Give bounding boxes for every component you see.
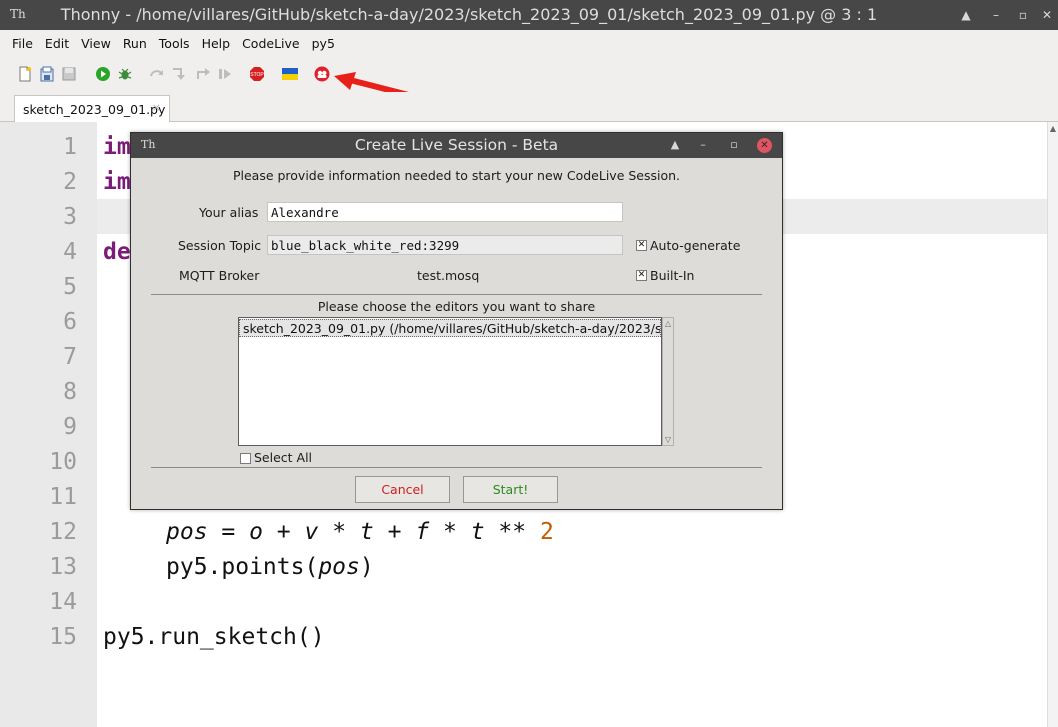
scroll-up-icon[interactable]: △ — [663, 319, 673, 328]
code-line-1[interactable]: im — [103, 134, 131, 160]
built-in-checkbox[interactable]: ✕ — [636, 270, 647, 281]
mqtt-broker-value: test.mosq — [417, 268, 480, 283]
stop-icon[interactable]: STOP — [249, 66, 265, 82]
line-number: 13 — [49, 554, 77, 580]
line-number-gutter: 1 2 3 4 5 6 7 8 9 10 11 12 13 14 15 — [0, 122, 97, 727]
menu-codelive[interactable]: CodeLive — [236, 36, 306, 51]
built-in-label: Built-In — [650, 268, 695, 283]
menu-tools[interactable]: Tools — [153, 36, 196, 51]
dialog-titlebar: Th Create Live Session - Beta ▲ – ▫ ✕ — [131, 133, 782, 158]
dialog-maximize-button[interactable]: ▫ — [725, 136, 743, 154]
dialog-title: Create Live Session - Beta — [354, 136, 559, 154]
code-line-12[interactable]: pos = o + v * t + f * t ** 2 — [166, 519, 554, 545]
window-titlebar: Th Thonny - /home/villares/GitHub/sketch… — [0, 0, 1058, 30]
tab-label: sketch_2023_09_01.py — [23, 102, 166, 117]
dialog-close-button[interactable]: ✕ — [757, 138, 772, 153]
resume-icon[interactable] — [217, 66, 233, 82]
cancel-button[interactable]: Cancel — [355, 476, 450, 503]
editors-listbox[interactable]: sketch_2023_09_01.py (/home/villares/Git… — [238, 317, 662, 446]
new-file-icon[interactable] — [17, 66, 33, 82]
line-number: 10 — [49, 449, 77, 475]
window-minimize-button[interactable]: – — [985, 4, 1007, 26]
mqtt-broker-label: MQTT Broker — [179, 268, 260, 283]
line-number: 6 — [63, 309, 77, 335]
dialog-intro-text: Please provide information needed to sta… — [232, 168, 681, 183]
menu-view[interactable]: View — [75, 36, 117, 51]
menu-bar: File Edit View Run Tools Help CodeLive p… — [0, 30, 1058, 56]
dialog-shade-button[interactable]: ▲ — [666, 136, 684, 154]
line-number: 8 — [63, 379, 77, 405]
line-number: 1 — [63, 134, 77, 160]
codelive-icon[interactable] — [314, 66, 330, 82]
ukraine-flag-icon[interactable] — [282, 66, 298, 82]
line-number: 9 — [63, 414, 77, 440]
menu-edit[interactable]: Edit — [39, 36, 75, 51]
alias-input[interactable]: Alexandre — [267, 202, 623, 222]
editor-scrollbar[interactable]: ▲ — [1047, 122, 1058, 727]
window-title: Thonny - /home/villares/GitHub/sketch-a-… — [60, 5, 878, 24]
alias-label: Your alias — [199, 205, 259, 220]
session-topic-label: Session Topic — [178, 238, 262, 253]
code-line-2[interactable]: im — [103, 169, 131, 195]
step-into-icon[interactable] — [171, 66, 187, 82]
menu-help[interactable]: Help — [196, 36, 237, 51]
line-number: 3 — [63, 204, 77, 230]
list-item[interactable]: sketch_2023_09_01.py (/home/villares/Git… — [239, 319, 661, 337]
editor-tabbar: sketch_2023_09_01.py × — [0, 92, 1058, 122]
start-button[interactable]: Start! — [463, 476, 558, 503]
dialog-separator — [151, 467, 762, 468]
window-maximize-button[interactable]: ▫ — [1012, 4, 1034, 26]
auto-generate-checkbox[interactable]: ✕ — [636, 240, 647, 251]
svg-text:STOP: STOP — [250, 72, 264, 78]
create-live-session-dialog: Th Create Live Session - Beta ▲ – ▫ ✕ Pl… — [130, 132, 783, 510]
tab-sketch-file[interactable]: sketch_2023_09_01.py × — [14, 95, 170, 122]
tab-close-icon[interactable]: × — [152, 101, 161, 114]
scroll-down-icon[interactable]: ▽ — [663, 435, 673, 444]
editors-label: Please choose the editors you want to sh… — [317, 299, 596, 314]
line-number: 14 — [49, 589, 77, 615]
code-line-4[interactable]: de — [103, 239, 131, 265]
line-number: 12 — [49, 519, 77, 545]
line-number: 7 — [63, 344, 77, 370]
line-number: 2 — [63, 169, 77, 195]
step-out-icon[interactable] — [195, 66, 211, 82]
select-all-label: Select All — [254, 450, 313, 465]
debug-icon[interactable] — [117, 66, 133, 82]
toolbar: STOP — [0, 56, 1058, 92]
save-file-icon[interactable] — [61, 66, 77, 82]
window-close-button[interactable]: ✕ — [1036, 4, 1058, 26]
line-number: 15 — [49, 624, 77, 650]
auto-generate-label: Auto-generate — [650, 238, 741, 253]
session-topic-input[interactable]: blue_black_white_red:3299 — [267, 235, 623, 255]
line-number: 11 — [49, 484, 77, 510]
window-shade-button[interactable]: ▲ — [955, 4, 977, 26]
editors-scrollbar[interactable]: △ ▽ — [662, 317, 674, 446]
menu-file[interactable]: File — [6, 36, 39, 51]
open-file-icon[interactable] — [39, 66, 55, 82]
menu-py5[interactable]: py5 — [306, 36, 341, 51]
dialog-minimize-button[interactable]: – — [694, 136, 712, 154]
dialog-separator — [151, 294, 762, 295]
scroll-up-icon[interactable]: ▲ — [1048, 124, 1058, 133]
run-icon[interactable] — [95, 66, 111, 82]
code-line-13[interactable]: py5.points(pos) — [166, 554, 374, 580]
line-number: 4 — [63, 239, 77, 265]
menu-run[interactable]: Run — [117, 36, 153, 51]
line-number: 5 — [63, 274, 77, 300]
select-all-checkbox[interactable] — [240, 453, 251, 464]
step-over-icon[interactable] — [149, 66, 165, 82]
code-line-15[interactable]: py5.run_sketch() — [103, 624, 325, 650]
